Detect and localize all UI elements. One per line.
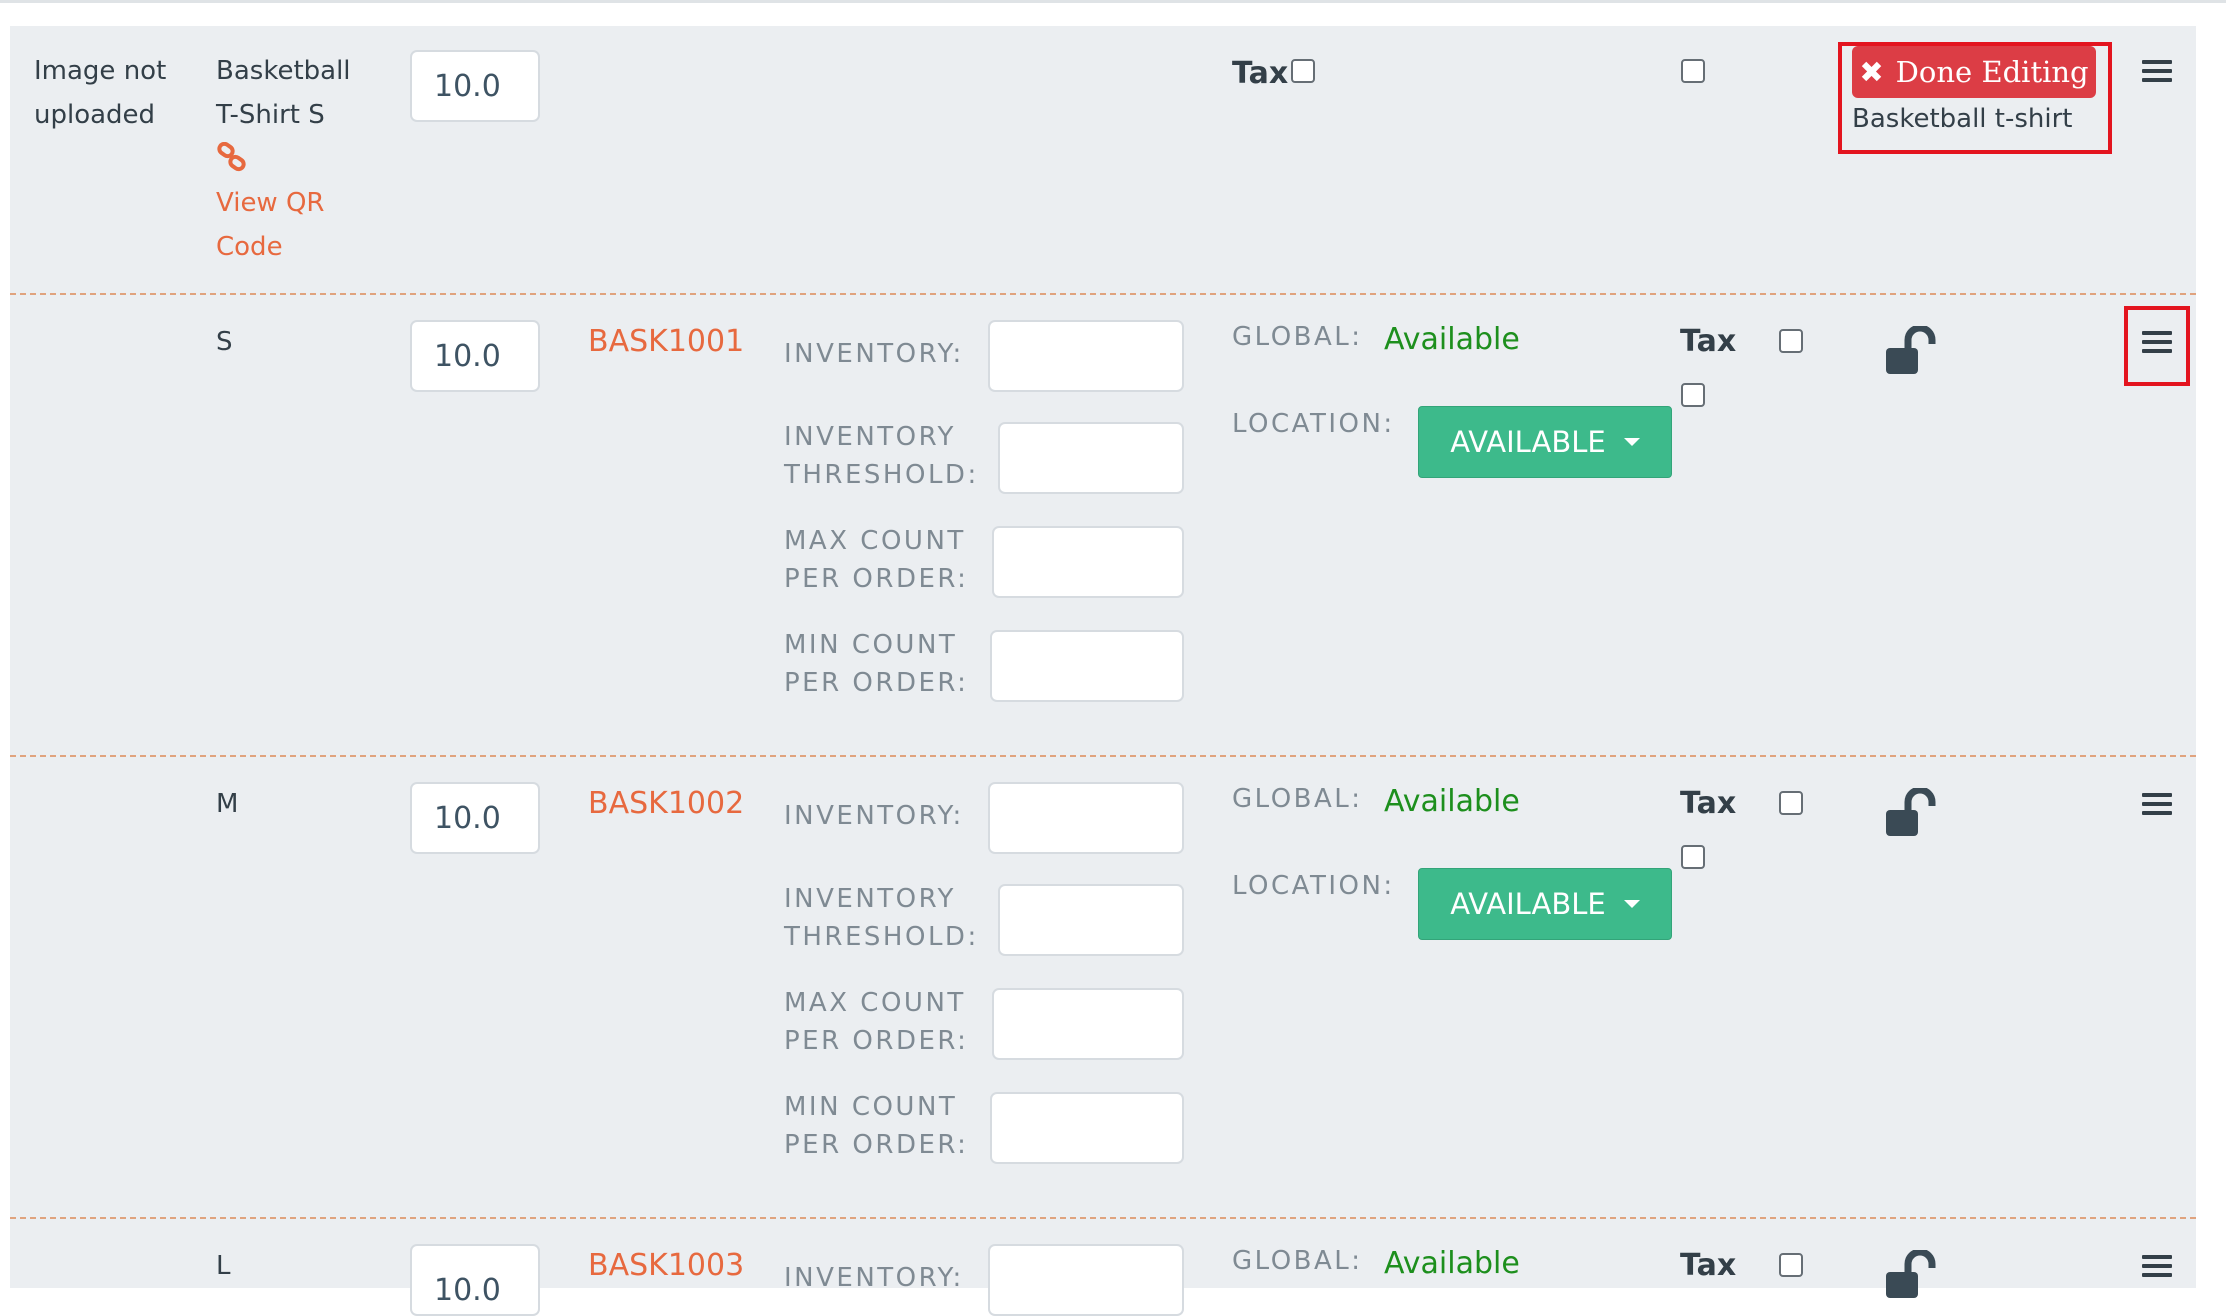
min-count-label: MIN COUNT <box>784 1092 958 1122</box>
inventory-input[interactable] <box>988 1244 1184 1316</box>
max-count-label-line2: PER ORDER: <box>784 564 969 594</box>
global-status: Available <box>1384 322 1520 357</box>
variant-tax-label: Tax <box>1680 1248 1737 1283</box>
product-menu-icon[interactable] <box>2142 60 2172 82</box>
caret-down-icon <box>1623 438 1640 446</box>
max-count-input[interactable] <box>992 988 1184 1060</box>
variant-sku-link[interactable]: BASK1001 <box>588 320 744 364</box>
variant-tax-label: Tax <box>1680 324 1737 359</box>
close-icon: ✖ <box>1859 55 1884 89</box>
location-status-dropdown[interactable]: AVAILABLE <box>1418 406 1672 478</box>
variant-size: L <box>216 1251 231 1281</box>
inventory-label: INVENTORY: <box>784 1263 964 1293</box>
variant-extra-checkbox[interactable] <box>1681 383 1705 407</box>
max-count-label-line2: PER ORDER: <box>784 1026 969 1056</box>
unlock-icon[interactable] <box>1886 788 1938 836</box>
variant-tax-checkbox[interactable] <box>1779 791 1803 815</box>
view-qr-code-link-line2[interactable]: Code <box>216 225 283 269</box>
variant-menu-icon[interactable] <box>2142 1255 2172 1277</box>
inventory-label: INVENTORY: <box>784 801 964 831</box>
variant-tax-checkbox[interactable] <box>1779 1253 1803 1277</box>
row-divider <box>10 293 2196 295</box>
product-category: Basketball t-shirt <box>1852 104 2073 134</box>
variant-size: S <box>216 327 233 357</box>
variant-price-input[interactable] <box>410 320 540 392</box>
location-status-dropdown[interactable]: AVAILABLE <box>1418 868 1672 940</box>
variant-menu-icon[interactable] <box>2142 793 2172 815</box>
min-count-input[interactable] <box>990 1092 1184 1164</box>
inventory-threshold-label: INVENTORY <box>784 422 956 452</box>
product-extra-checkbox[interactable] <box>1681 59 1705 83</box>
inventory-threshold-label-line2: THRESHOLD: <box>784 460 979 490</box>
done-editing-label: Done Editing <box>1895 55 2089 89</box>
location-label: LOCATION: <box>1232 871 1395 901</box>
unlock-icon[interactable] <box>1886 1250 1938 1298</box>
inventory-threshold-label: INVENTORY <box>784 884 956 914</box>
inventory-label: INVENTORY: <box>784 339 964 369</box>
inventory-threshold-input[interactable] <box>998 884 1184 956</box>
unlock-icon[interactable] <box>1886 326 1938 374</box>
link-icon[interactable] <box>216 141 248 174</box>
inventory-threshold-input[interactable] <box>998 422 1184 494</box>
variant-sku-link[interactable]: BASK1003 <box>588 1244 744 1288</box>
max-count-label: MAX COUNT <box>784 988 966 1018</box>
variant-tax-label: Tax <box>1680 786 1737 821</box>
product-tax-label: Tax <box>1232 56 1289 91</box>
inventory-input[interactable] <box>988 782 1184 854</box>
min-count-label-line2: PER ORDER: <box>784 1130 969 1160</box>
row-divider <box>10 1217 2196 1219</box>
min-count-label-line2: PER ORDER: <box>784 668 969 698</box>
location-status-label: AVAILABLE <box>1450 425 1606 459</box>
global-status: Available <box>1384 1246 1520 1281</box>
image-status: Image not uploaded <box>34 56 167 130</box>
variant-extra-checkbox[interactable] <box>1681 845 1705 869</box>
variant-menu-icon[interactable] <box>2142 331 2172 353</box>
inventory-threshold-label-line2: THRESHOLD: <box>784 922 979 952</box>
global-label: GLOBAL: <box>1232 784 1363 814</box>
variant-price-input[interactable] <box>410 1244 540 1316</box>
variant-tax-checkbox[interactable] <box>1779 329 1803 353</box>
global-status: Available <box>1384 784 1520 819</box>
variant-size: M <box>216 789 239 819</box>
product-price-input[interactable] <box>410 50 540 122</box>
max-count-label: MAX COUNT <box>784 526 966 556</box>
product-name-line1: Basketball <box>216 56 351 86</box>
done-editing-button[interactable]: ✖ Done Editing <box>1852 46 2096 98</box>
product-name-line2: T-Shirt S <box>216 100 325 130</box>
row-divider <box>10 755 2196 757</box>
view-qr-code-link[interactable]: View QR <box>216 181 325 225</box>
min-count-label: MIN COUNT <box>784 630 958 660</box>
inventory-input[interactable] <box>988 320 1184 392</box>
max-count-input[interactable] <box>992 526 1184 598</box>
caret-down-icon <box>1623 900 1640 908</box>
variant-price-input[interactable] <box>410 782 540 854</box>
variant-sku-link[interactable]: BASK1002 <box>588 782 744 826</box>
location-status-label: AVAILABLE <box>1450 887 1606 921</box>
product-tax-checkbox[interactable] <box>1291 59 1315 83</box>
top-border <box>0 0 2226 3</box>
location-label: LOCATION: <box>1232 409 1395 439</box>
global-label: GLOBAL: <box>1232 1246 1363 1276</box>
global-label: GLOBAL: <box>1232 322 1363 352</box>
min-count-input[interactable] <box>990 630 1184 702</box>
